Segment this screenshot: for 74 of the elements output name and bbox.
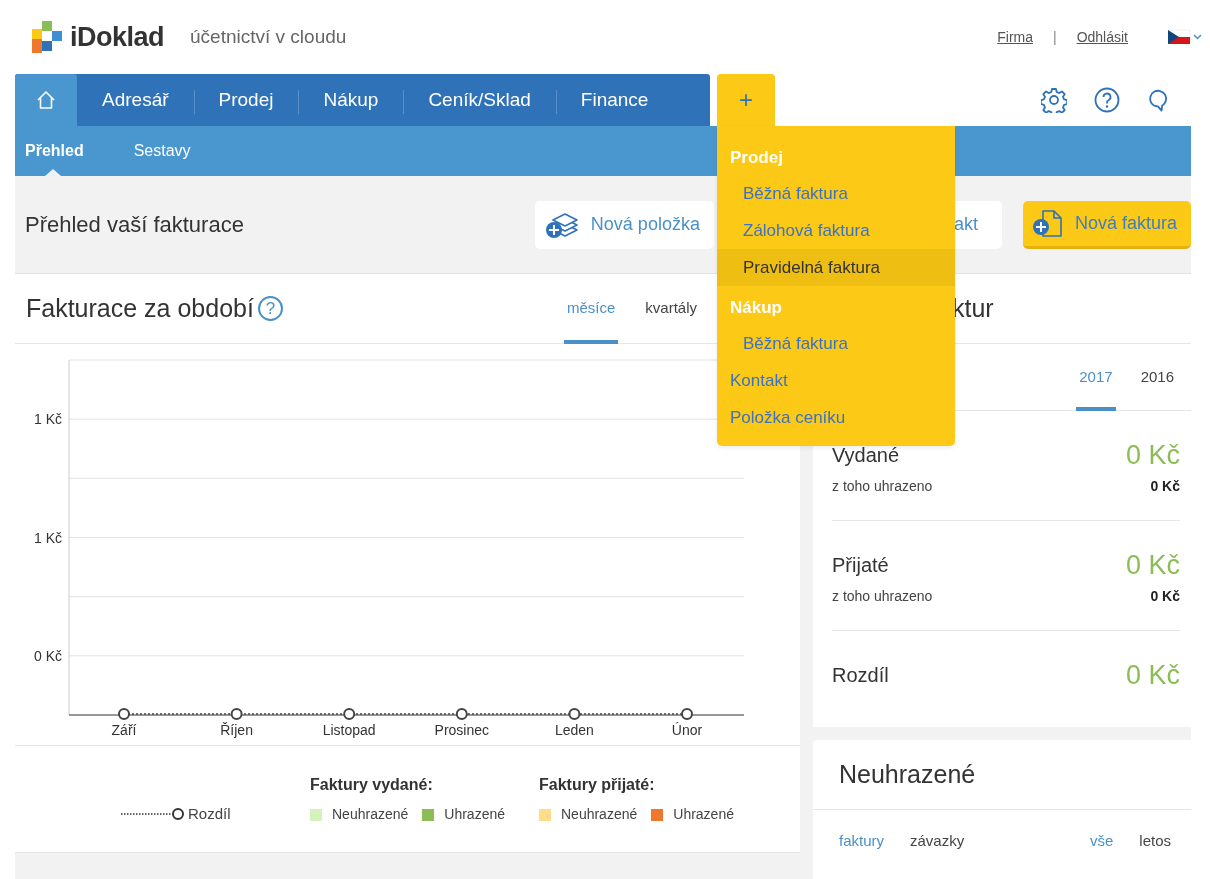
summary-sub-label: z toho uhrazeno xyxy=(832,476,933,496)
filter-tab[interactable]: faktury xyxy=(839,830,884,853)
x-tick-label: Listopad xyxy=(322,722,376,738)
period-tab[interactable]: kvartály xyxy=(642,273,700,344)
panel-title: Neuhrazené xyxy=(839,758,976,790)
data-point xyxy=(568,708,581,720)
data-point xyxy=(230,708,243,720)
new-invoice-button[interactable]: Nová faktura xyxy=(1022,200,1191,249)
data-point xyxy=(118,708,130,720)
legend-group-title: Faktury přijaté: xyxy=(539,775,656,795)
x-tick-label: Prosinec xyxy=(434,722,490,738)
y-tick-label: 0 Kč xyxy=(34,647,62,664)
nav-tab[interactable]: Ceník/Sklad xyxy=(403,74,556,126)
period-tab[interactable]: měsíce xyxy=(563,273,619,344)
x-tick-label: Říjen xyxy=(220,722,253,738)
nav-tab[interactable]: Nákup xyxy=(298,74,404,126)
year-tab[interactable]: 2017 xyxy=(1076,344,1116,411)
brand-name: iDoklad xyxy=(70,20,165,54)
document-add-icon xyxy=(1030,208,1063,238)
nav-tab[interactable]: Adresář xyxy=(77,74,194,126)
menu-item[interactable]: Položka ceníku xyxy=(717,399,955,436)
summary-label: Rozdíl xyxy=(832,663,889,689)
summary-amount: 0 Kč xyxy=(1125,549,1180,582)
summary-amount: 0 Kč xyxy=(1125,659,1180,692)
x-tick-label: Únor xyxy=(671,722,703,738)
y-tick-label: 1 Kč xyxy=(34,529,62,546)
legend-label: Neuhrazené xyxy=(332,805,409,824)
line-legend-icon xyxy=(120,806,184,823)
menu-item[interactable]: Běžná faktura xyxy=(717,325,955,362)
legend-label: Uhrazené xyxy=(673,805,734,824)
summary-amount: 0 Kč xyxy=(1125,439,1180,472)
help-icon[interactable]: ? xyxy=(257,296,283,321)
data-point xyxy=(343,708,356,720)
x-tick-label: Leden xyxy=(554,722,594,738)
action-button[interactable]: Nová položka xyxy=(534,200,714,249)
link-separator: | xyxy=(1053,27,1057,47)
menu-item[interactable]: Zálohová faktura xyxy=(717,212,955,249)
summary-sub-amount: 0 Kč xyxy=(1150,586,1180,606)
settings-icon[interactable] xyxy=(1041,87,1067,113)
menu-item[interactable]: Pravidelná faktura xyxy=(717,249,955,286)
filter-tab[interactable]: letos xyxy=(1139,830,1171,853)
filter-tab[interactable]: závazky xyxy=(910,830,965,853)
header-link[interactable]: Odhlásit xyxy=(1076,26,1128,48)
nav-tab[interactable]: Finance xyxy=(555,74,674,126)
add-button[interactable]: + xyxy=(717,74,775,126)
year-tab[interactable]: 2016 xyxy=(1137,344,1177,411)
nav-tab[interactable]: Prodej xyxy=(193,74,299,126)
menu-item[interactable]: Kontakt xyxy=(717,362,955,399)
sub-nav-tab[interactable]: Sestavy xyxy=(123,126,201,176)
menu-heading: Prodej xyxy=(729,146,784,169)
logo-icon xyxy=(30,19,64,55)
legend-label: Rozdíl xyxy=(188,804,231,824)
flag-icon[interactable] xyxy=(1168,29,1202,45)
y-tick-label: 1 Kč xyxy=(34,411,62,428)
x-tick-label: Září xyxy=(111,722,137,738)
summary-label: Vydané xyxy=(832,443,900,469)
menu-heading: Nákup xyxy=(729,296,783,319)
header-link[interactable]: Firma xyxy=(997,26,1033,48)
data-point xyxy=(681,708,693,720)
summary-sub-amount: 0 Kč xyxy=(1150,476,1180,496)
summary-sub-label: z toho uhrazeno xyxy=(832,586,933,606)
filter-tab[interactable]: vše xyxy=(1089,830,1114,853)
summary-label: Přijaté xyxy=(832,553,889,579)
home-icon xyxy=(36,90,56,110)
tagline: účetnictví v cloudu xyxy=(190,24,347,49)
panel-title: Fakturace za období xyxy=(26,292,254,324)
page-title: Přehled vaší fakturace xyxy=(25,211,244,239)
legend-group-title: Faktury vydané: xyxy=(310,775,434,795)
action-button[interactable]: akt xyxy=(953,200,1002,249)
menu-item[interactable]: Běžná faktura xyxy=(717,175,955,212)
legend-label: Neuhrazené xyxy=(561,805,638,824)
data-point xyxy=(455,708,468,720)
legend-label: Uhrazené xyxy=(444,805,505,824)
help-icon[interactable] xyxy=(1094,87,1120,113)
